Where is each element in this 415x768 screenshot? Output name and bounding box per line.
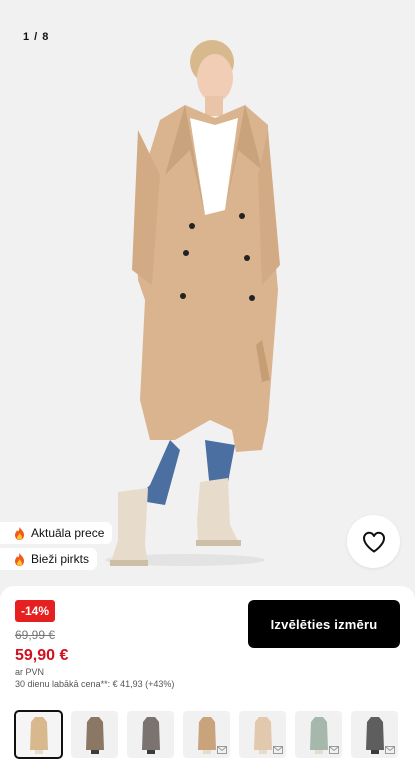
- color-swatch[interactable]: [351, 711, 398, 758]
- color-swatch[interactable]: [14, 710, 63, 759]
- color-swatch[interactable]: [239, 711, 286, 758]
- product-photo: [105, 40, 280, 566]
- badge-trending: Aktuāla prece: [0, 522, 113, 544]
- mail-icon: [273, 746, 283, 754]
- coat-thumbnail: [85, 716, 104, 754]
- badges: Aktuāla prece Bieži pirkts: [0, 522, 113, 574]
- coat-thumbnail: [29, 716, 48, 754]
- product-image-gallery[interactable]: 1 / 8 Aktuāla prece Bieži pirkts: [0, 0, 415, 600]
- flame-icon: [15, 552, 24, 566]
- mail-icon: [385, 746, 395, 754]
- original-price: 69,99 €: [15, 628, 56, 642]
- choose-size-button[interactable]: Izvēlēties izmēru: [248, 600, 400, 648]
- image-counter: 1 / 8: [23, 31, 50, 43]
- lowest-price-note: 30 dienu labākā cena**: € 41,93 (+43%): [15, 679, 175, 689]
- wishlist-button[interactable]: [347, 515, 400, 568]
- badge-label: Bieži pirkts: [31, 552, 90, 566]
- color-swatch[interactable]: [183, 711, 230, 758]
- coat-thumbnail: [309, 716, 328, 754]
- mail-icon: [329, 746, 339, 754]
- color-swatch[interactable]: [71, 711, 118, 758]
- discount-badge: -14%: [15, 600, 56, 622]
- coat-thumbnail: [365, 716, 384, 754]
- mail-icon: [217, 746, 227, 754]
- color-swatch[interactable]: [295, 711, 342, 758]
- badge-popular: Bieži pirkts: [0, 548, 98, 570]
- coat-thumbnail: [197, 716, 216, 754]
- sale-price: 59,90 €: [15, 647, 69, 664]
- coat-thumbnail: [253, 716, 272, 754]
- heart-icon: [362, 531, 385, 552]
- flame-icon: [15, 526, 24, 540]
- vat-note: ar PVN: [15, 667, 45, 677]
- color-swatch[interactable]: [127, 711, 174, 758]
- coat-thumbnail: [141, 716, 160, 754]
- color-swatches: [14, 710, 398, 759]
- badge-label: Aktuāla prece: [31, 526, 105, 540]
